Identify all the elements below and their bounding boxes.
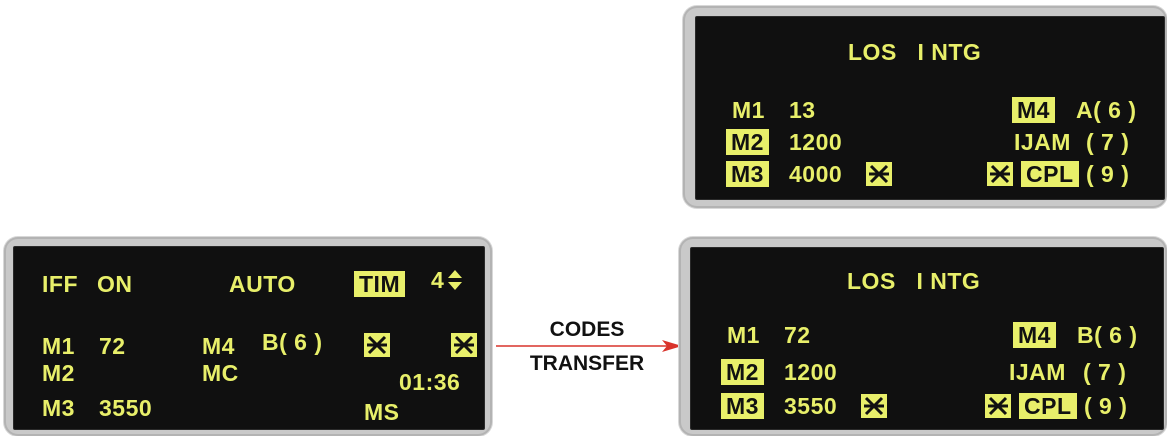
m4-value: B( 6 ) [262,329,323,355]
m1-value: 72 [784,322,811,348]
m1-label: M1 [732,97,765,123]
display-title: LOS I NTG [847,268,981,294]
tim-badge[interactable]: TIM [354,271,406,297]
x-mark-icon[interactable] [987,162,1013,186]
m2-value: 1200 [784,359,838,385]
x-mark-icon[interactable] [985,394,1011,418]
m3-badge[interactable]: M3 [721,393,764,419]
up-down-triangle-icon[interactable] [447,267,463,298]
m4-value: B( 6 ) [1077,322,1138,348]
m3-value: 3550 [99,395,153,421]
x-mark-icon[interactable] [861,394,887,418]
iff-label: IFF [42,271,78,297]
cpl-value: ( 9 ) [1084,393,1128,419]
m3-value: 4000 [789,161,843,187]
mc-label: MC [202,360,239,386]
m4-badge[interactable]: M4 [1012,97,1055,123]
cpl-value: ( 9 ) [1086,161,1130,187]
m4-value: A( 6 ) [1076,97,1137,123]
ijam-value: ( 7 ) [1083,359,1127,385]
iff-state: ON [97,271,133,297]
m3-label: M3 [42,395,75,421]
m2-badge[interactable]: M2 [726,129,769,155]
m4-label: M4 [202,333,235,359]
left-display-screen: IFF ON AUTO TIM 4 M1 72 M4 B( 6 ) M2 MC … [13,246,485,430]
x-mark-icon[interactable] [866,162,892,186]
m3-badge[interactable]: M3 [726,161,769,187]
m1-value: 72 [99,333,126,359]
ijam-value: ( 7 ) [1086,129,1130,155]
cpl-badge[interactable]: CPL [1019,393,1077,419]
bottom-right-display-screen: LOS I NTG M1 72 M4 B( 6 ) M2 1200 IJAM (… [690,247,1164,430]
m2-badge[interactable]: M2 [721,359,764,385]
auto-label: AUTO [229,271,296,297]
cpl-badge[interactable]: CPL [1021,161,1079,187]
m1-value: 13 [789,97,816,123]
x-mark-icon[interactable] [364,333,390,357]
ijam-label: IJAM [1009,359,1066,385]
m1-label: M1 [727,322,760,348]
m2-label: M2 [42,360,75,386]
ijam-label: IJAM [1014,129,1071,155]
time-value: 01:36 [399,369,461,395]
m4-badge[interactable]: M4 [1013,322,1056,348]
tim-value: 4 [431,267,445,293]
transfer-arrow-icon [494,338,684,359]
ms-label: MS [364,399,400,425]
top-right-display-screen: LOS I NTG M1 13 M4 A( 6 ) M2 1200 IJAM (… [695,16,1165,200]
x-mark-icon[interactable] [451,333,477,357]
display-title: LOS I NTG [848,39,982,65]
m2-value: 1200 [789,129,843,155]
m1-label: M1 [42,333,75,359]
m3-value: 3550 [784,393,838,419]
